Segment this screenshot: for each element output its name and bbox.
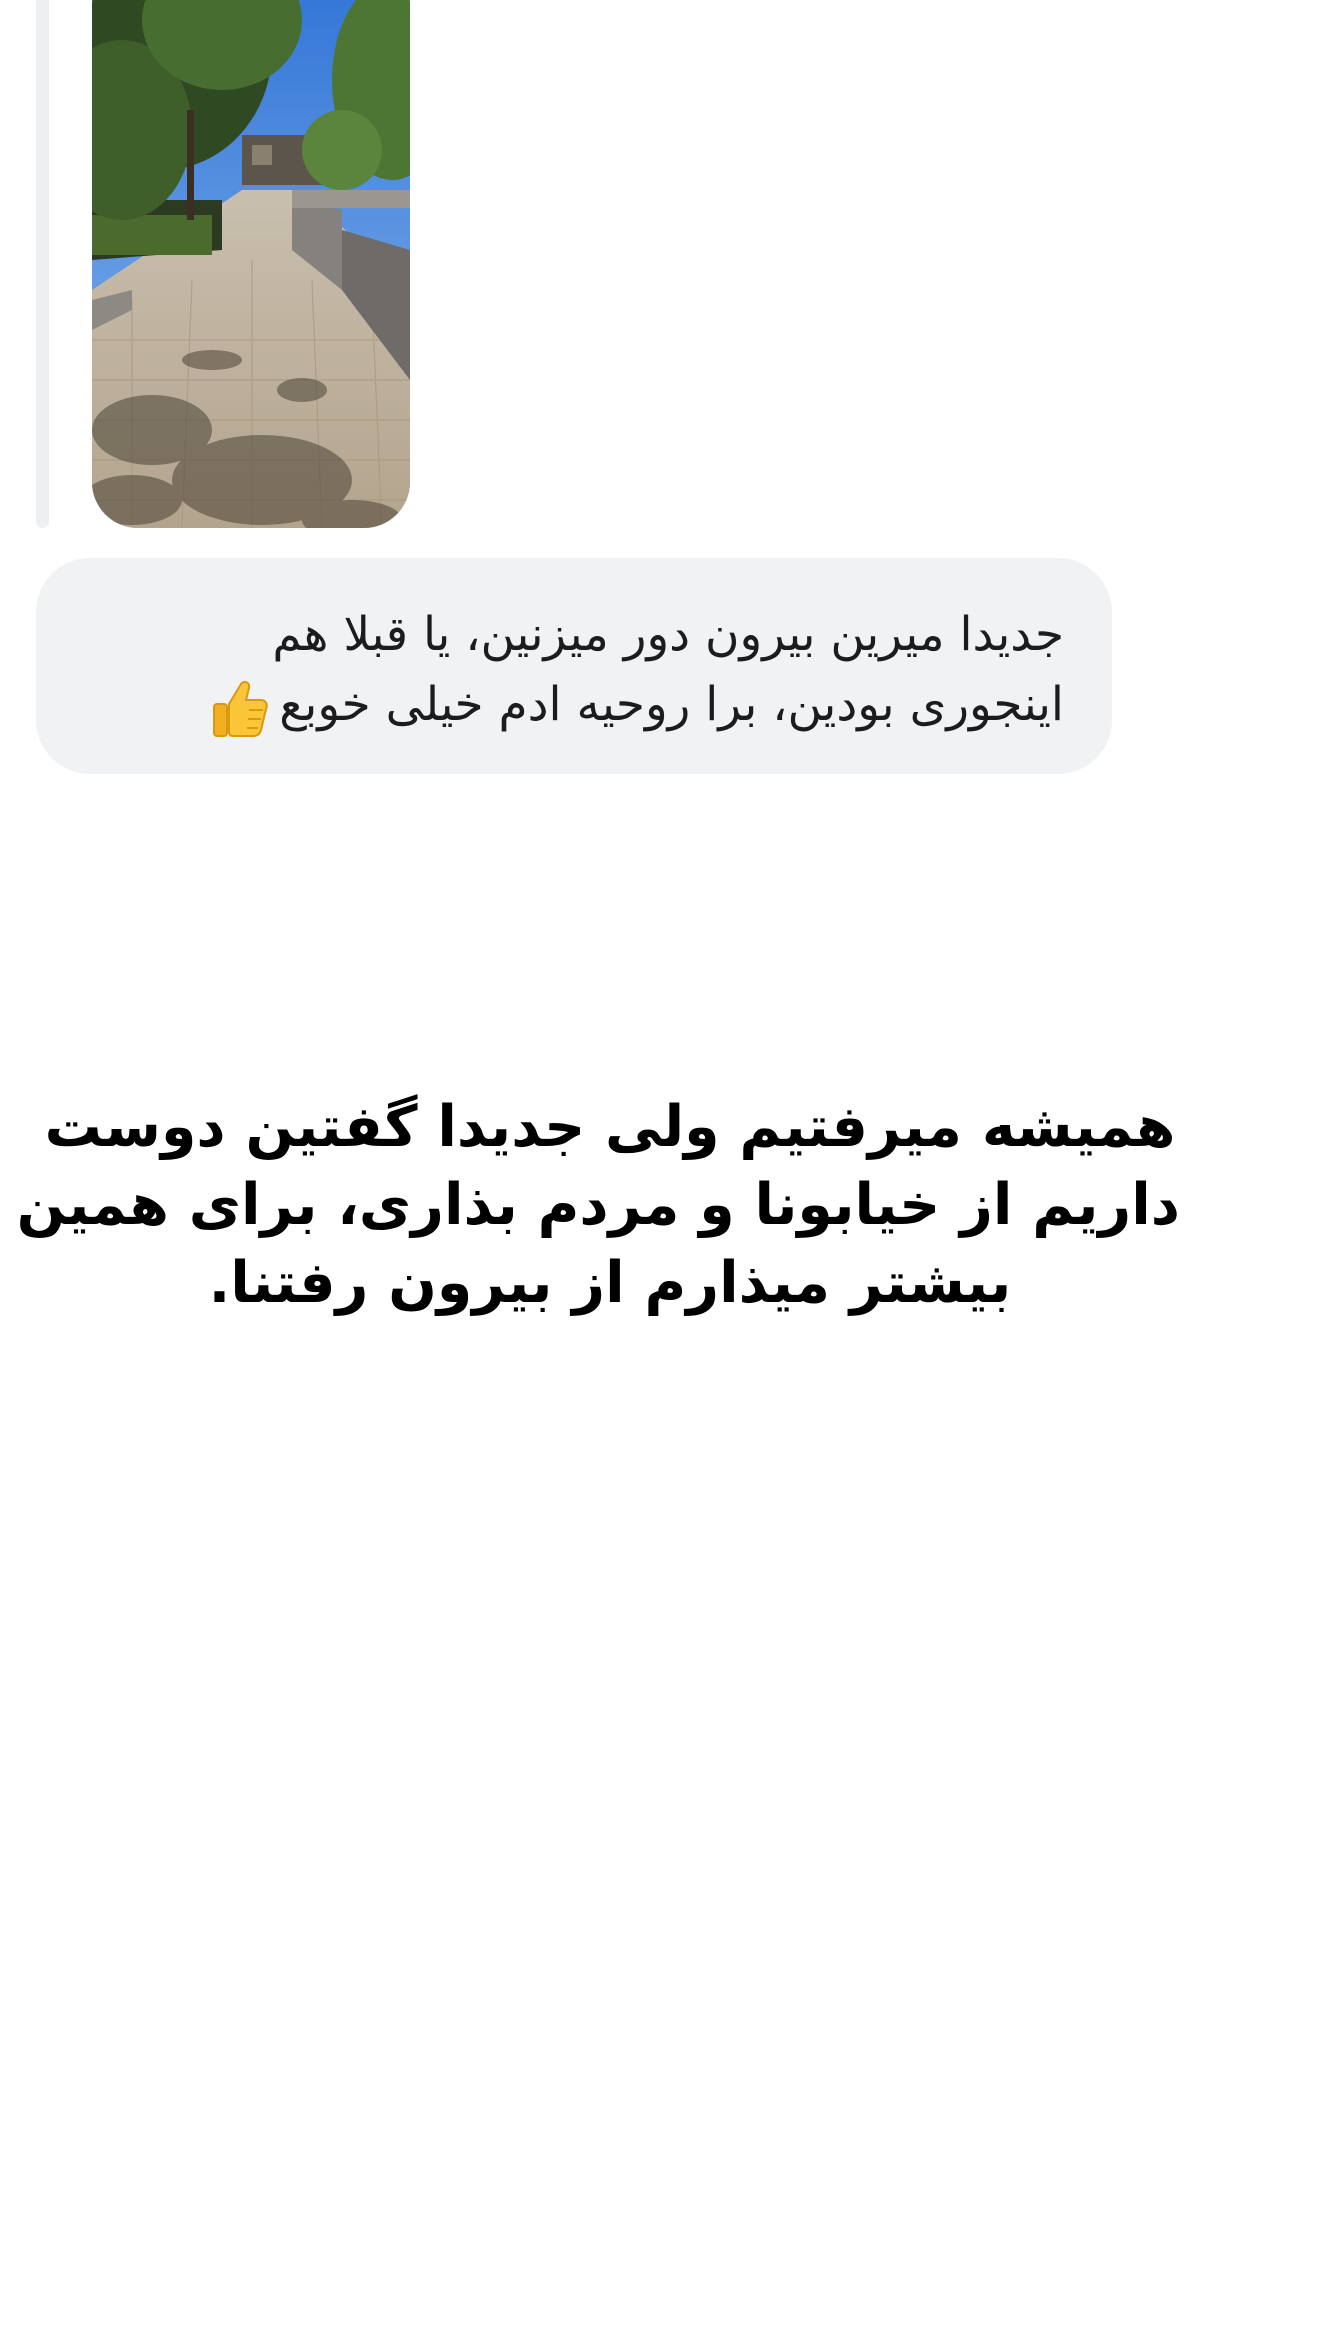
story-caption-text: همیشه میرفتیم ولی جدیدا گفتین دوست داریم…: [16, 1088, 1180, 1322]
caption-line: همیشه میرفتیم ولی جدیدا گفتین دوست: [44, 1094, 1176, 1160]
caption-line: داریم از خیابونا و مردم بذاری، برای همین: [16, 1172, 1180, 1238]
story-reply-screen: جدیدا میرین بیرون دور میزنین، یا قبلا هم…: [0, 0, 1320, 2346]
message-bubble[interactable]: جدیدا میرین بیرون دور میزنین، یا قبلا هم…: [36, 558, 1112, 774]
message-line-text: اینجوری بودین، برا روحیه ادم خیلی خوبع: [279, 677, 1064, 732]
message-line: جدیدا میرین بیرون دور میزنین، یا قبلا هم: [272, 607, 1064, 662]
reply-quote-bar: [36, 0, 49, 528]
caption-line: بیشتر میذارم از بیرون رفتنا.: [208, 1250, 1012, 1316]
message-line: اینجوری بودین، برا روحیه ادم خیلی خوبع: [84, 670, 1064, 740]
thumbs-up-icon: [213, 680, 268, 737]
walkway-photo-image: [92, 0, 410, 528]
shared-photo-thumbnail[interactable]: [92, 0, 410, 528]
message-text: جدیدا میرین بیرون دور میزنین، یا قبلا هم…: [84, 600, 1064, 740]
